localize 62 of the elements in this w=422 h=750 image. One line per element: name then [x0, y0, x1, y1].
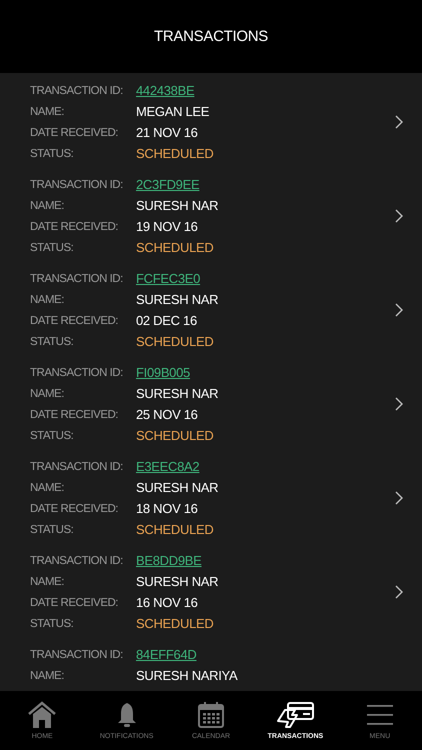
field-label: NAME:: [30, 388, 65, 400]
home-icon: [27, 701, 58, 729]
field-label: NAME:: [30, 294, 65, 306]
field-label: STATUS:: [30, 524, 74, 536]
field-label: STATUS:: [30, 618, 74, 630]
field-label: DATE RECEIVED:: [30, 220, 119, 232]
chevron-icon[interactable]: [394, 114, 404, 130]
field-label: TRANSACTION ID:: [30, 648, 124, 660]
field-label: TRANSACTION ID:: [30, 554, 124, 566]
field-value: SURESH NAR: [136, 198, 218, 213]
status-value: SCHEDULED: [136, 522, 214, 537]
field-label: DATE RECEIVED:: [30, 126, 119, 138]
transaction-id-link[interactable]: 442438BE: [136, 83, 194, 98]
field-label: TRANSACTION ID:: [30, 366, 124, 378]
field-value: 18 NOV 16: [136, 501, 198, 516]
transaction-id-link[interactable]: 84EFF64D: [136, 647, 196, 662]
chevron-icon[interactable]: [394, 208, 404, 224]
transaction-id-link[interactable]: FCFEC3E0: [136, 271, 200, 286]
field-label: TRANSACTION ID:: [30, 460, 124, 472]
field-label: NAME:: [30, 482, 65, 494]
field-label: TRANSACTION ID:: [30, 178, 124, 190]
field-value: SURESH NAR: [136, 386, 218, 401]
field-label: NAME:: [30, 106, 65, 118]
field-value: 16 NOV 16: [136, 595, 198, 610]
field-label: DATE RECEIVED:: [30, 408, 119, 420]
status-value: SCHEDULED: [136, 240, 214, 255]
status-value: SCHEDULED: [136, 146, 214, 161]
field-label: TRANSACTION ID:: [30, 272, 124, 284]
field-label: NAME:: [30, 576, 65, 588]
field-value: MEGAN LEE: [136, 104, 210, 119]
field-value: 19 NOV 16: [136, 219, 198, 234]
transaction-id-link[interactable]: E3EEC8A2: [136, 459, 200, 474]
field-label: NAME:: [30, 670, 65, 682]
field-label: DATE RECEIVED:: [30, 596, 119, 608]
field-label: TRANSACTION ID:: [30, 84, 124, 96]
field-label: STATUS:: [30, 430, 74, 442]
field-label: STATUS:: [30, 242, 74, 254]
status-value: SCHEDULED: [136, 334, 214, 349]
field-value: SURESH NAR: [136, 292, 218, 307]
field-value: 25 NOV 16: [136, 407, 198, 422]
field-value: 02 DEC 16: [136, 313, 197, 328]
field-value: SURESH NARIYA: [136, 668, 238, 683]
chevron-icon[interactable]: [394, 490, 404, 506]
chevron-icon[interactable]: [394, 396, 404, 412]
field-value: SURESH NAR: [136, 480, 218, 495]
field-value: 21 NOV 16: [136, 125, 198, 140]
card-in-hand-icon: [275, 701, 316, 729]
field-label: STATUS:: [30, 148, 74, 160]
chevron-icon[interactable]: [394, 584, 404, 600]
status-value: SCHEDULED: [136, 616, 214, 631]
calendar-icon: [196, 701, 226, 729]
status-value: SCHEDULED: [136, 428, 214, 443]
transaction-id-link[interactable]: FI09B005: [136, 365, 190, 380]
field-label: NAME:: [30, 200, 65, 212]
field-value: SURESH NAR: [136, 574, 218, 589]
screen-title: TRANSACTIONS: [154, 28, 268, 45]
chevron-icon[interactable]: [394, 302, 404, 318]
transaction-id-link[interactable]: BE8DD9BE: [136, 553, 202, 568]
transaction-id-link[interactable]: 2C3FD9EE: [136, 177, 200, 192]
field-label: DATE RECEIVED:: [30, 502, 119, 514]
field-label: STATUS:: [30, 336, 74, 348]
field-label: DATE RECEIVED:: [30, 314, 119, 326]
